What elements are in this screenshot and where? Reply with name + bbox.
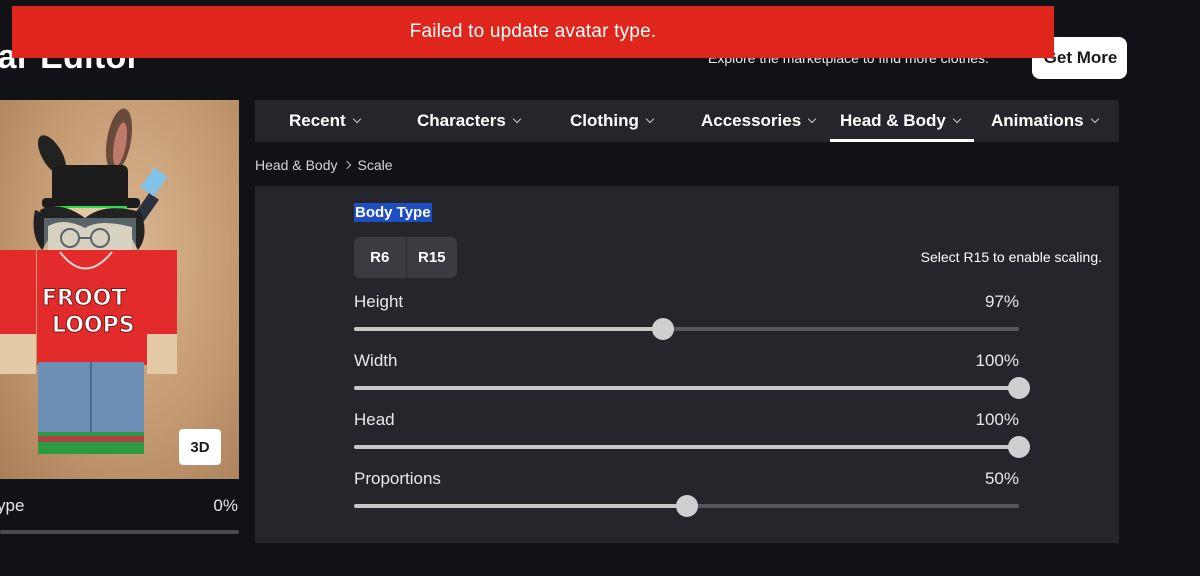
tab-clothing[interactable]: Clothing [570, 100, 655, 142]
partial-slider-track[interactable] [0, 530, 239, 534]
body-type-r15-button[interactable]: R15 [405, 237, 458, 278]
tab-label: Clothing [570, 111, 639, 130]
chevron-right-icon [342, 160, 351, 170]
slider-handle[interactable] [675, 495, 698, 517]
proportions-label: Proportions [354, 469, 441, 488]
avatar-preview[interactable]: FROOT LOOPS [0, 100, 239, 479]
avatar-editor-page: tar Editor Explore the marketplace to fi… [0, 0, 1200, 576]
proportions-value: 50% [984, 469, 1019, 488]
avatar-figure: FROOT LOOPS [0, 108, 177, 454]
width-slider[interactable] [354, 377, 1030, 399]
slider-fill [354, 504, 687, 508]
body-type-heading: Body Type [354, 203, 432, 222]
tab-label: Head & Body [840, 111, 946, 130]
scaling-hint: Select R15 to enable scaling. [920, 249, 1102, 265]
head-value: 100% [975, 410, 1019, 429]
head-slider[interactable] [354, 436, 1030, 458]
toast-message: Failed to update avatar type. [409, 21, 657, 42]
slider-handle[interactable] [1008, 436, 1030, 458]
chevron-down-icon [1090, 114, 1099, 124]
tab-accessories[interactable]: Accessories [701, 100, 817, 142]
slider-fill [354, 445, 1019, 449]
chevron-down-icon [352, 114, 361, 124]
tab-characters[interactable]: Characters [417, 100, 522, 142]
height-value: 97% [984, 292, 1019, 311]
tab-label: Animations [991, 111, 1084, 130]
scale-panel: Body Type R6 R15 Select R15 to enable sc… [255, 186, 1119, 543]
chevron-down-icon [512, 114, 522, 124]
svg-text:LOOPS: LOOPS [52, 313, 135, 338]
chevron-down-icon [645, 114, 655, 124]
slider-handle[interactable] [1008, 377, 1030, 399]
3d-toggle-button[interactable]: 3D [179, 429, 221, 465]
tab-head-body[interactable]: Head & Body [830, 100, 974, 142]
body-type-r6-button[interactable]: R6 [354, 237, 406, 278]
tab-label: Recent [289, 111, 346, 130]
slider-handle[interactable] [652, 318, 675, 340]
tab-label: Accessories [701, 111, 802, 130]
height-slider[interactable] [354, 318, 1019, 340]
tab-label: Characters [417, 111, 506, 130]
width-value: 100% [975, 351, 1019, 370]
partial-slider-value: 0% [213, 496, 238, 515]
chevron-down-icon [952, 114, 962, 124]
height-label: Height [354, 292, 404, 311]
breadcrumb-current: Scale [357, 157, 393, 173]
tab-animations[interactable]: Animations [991, 100, 1099, 142]
slider-fill [354, 327, 664, 331]
breadcrumb-parent[interactable]: Head & Body [255, 157, 338, 173]
category-tabs: Recent Characters Clothing Accessories H… [255, 100, 1119, 142]
proportions-slider[interactable] [354, 495, 1019, 517]
width-label: Width [354, 351, 398, 370]
body-type-selector: R6 R15 [354, 237, 457, 278]
error-toast: Failed to update avatar type. [12, 6, 1054, 58]
head-label: Head [354, 410, 395, 429]
chevron-down-icon [807, 114, 817, 124]
breadcrumb: Head & Body Scale [255, 157, 393, 173]
tab-recent[interactable]: Recent [289, 100, 361, 142]
slider-fill [354, 386, 1019, 390]
partial-slider-label: ype [0, 496, 25, 515]
svg-text:FROOT: FROOT [42, 286, 126, 311]
